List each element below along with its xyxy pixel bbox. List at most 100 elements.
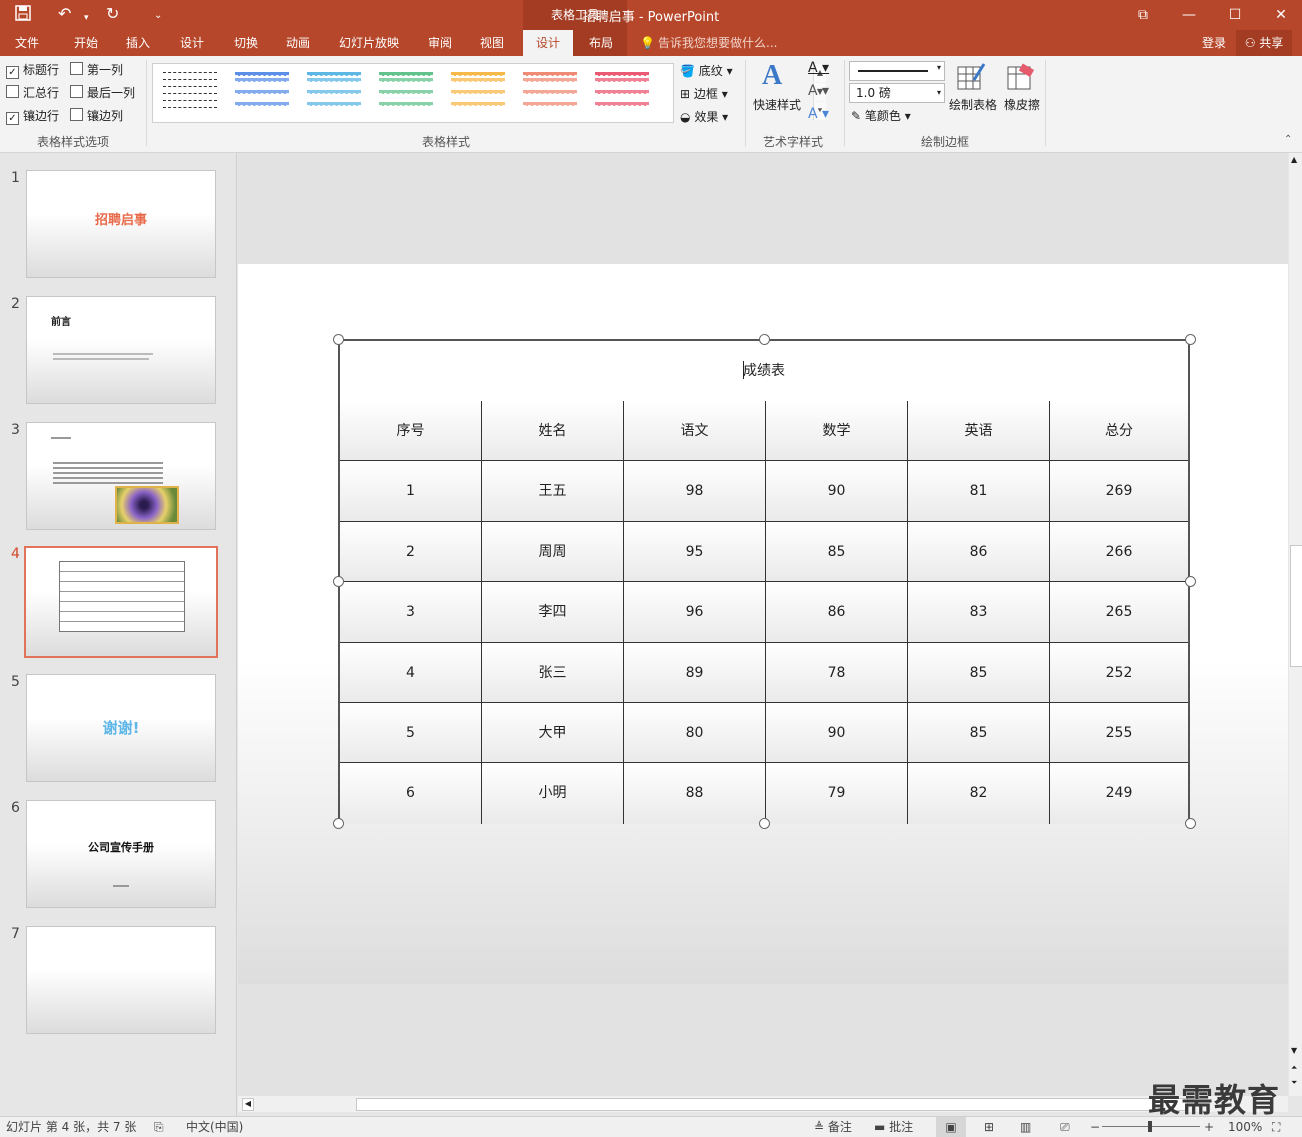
resize-handle[interactable]	[333, 576, 344, 587]
table-cell[interactable]: 85	[766, 521, 908, 583]
text-effects-icon[interactable]: A ▾	[808, 106, 829, 122]
share-button[interactable]: ⚇ 共享	[1236, 30, 1292, 56]
zoom-slider-thumb[interactable]	[1148, 1121, 1152, 1132]
resize-handle[interactable]	[333, 818, 344, 829]
scroll-down-icon[interactable]: ▼	[1291, 1046, 1297, 1055]
table-cell[interactable]: 249	[1050, 763, 1188, 823]
last-col-checkbox[interactable]: 最后一列	[70, 84, 135, 102]
slide-thumbnail-7[interactable]	[26, 926, 216, 1034]
ribbon-display-icon[interactable]: ⧉	[1120, 0, 1166, 30]
table-cell[interactable]: 82	[908, 763, 1050, 824]
resize-handle[interactable]	[333, 334, 344, 345]
zoom-level[interactable]: 100%	[1228, 1119, 1262, 1135]
slide-thumbnail-5[interactable]: 谢谢!	[26, 674, 216, 782]
table-cell[interactable]: 86	[766, 582, 908, 643]
undo-dropdown-icon[interactable]: ▾	[84, 8, 89, 28]
table-style-thumb[interactable]	[593, 70, 651, 114]
draw-table-label[interactable]: 绘制表格	[946, 96, 1000, 113]
header-row-checkbox[interactable]: ✓ 标题行	[6, 61, 59, 79]
normal-view-icon[interactable]: ▣	[936, 1117, 966, 1137]
horizontal-scroll-thumb[interactable]	[356, 1098, 1188, 1111]
zoom-out-icon[interactable]: −	[1090, 1119, 1100, 1135]
table-cell[interactable]: 255	[1050, 703, 1188, 763]
banded-cols-checkbox[interactable]: 镶边列	[70, 107, 123, 125]
resize-handle[interactable]	[1185, 334, 1196, 345]
table-cell[interactable]: 88	[624, 763, 766, 824]
next-slide-icon[interactable]: ⏷	[1291, 1078, 1297, 1088]
table-style-thumb[interactable]	[377, 70, 435, 114]
table-cell[interactable]: 1	[340, 461, 482, 522]
table-cell[interactable]: 80	[624, 703, 766, 764]
minimize-icon[interactable]: —	[1166, 0, 1212, 30]
table-cell[interactable]: 81	[908, 461, 1050, 522]
table-cell[interactable]: 265	[1050, 582, 1188, 642]
table-cell[interactable]: 95	[624, 521, 766, 583]
tab-animations[interactable]: 动画	[272, 30, 324, 56]
table-cell[interactable]: 张三	[482, 642, 624, 703]
slide-thumbnail-3[interactable]	[26, 422, 216, 530]
tab-insert[interactable]: 插入	[112, 30, 164, 56]
tab-table-layout[interactable]: 布局	[576, 30, 626, 56]
table-cell[interactable]: 90	[766, 461, 908, 522]
table-style-thumb[interactable]	[161, 70, 219, 114]
customize-icon[interactable]: ⌄	[154, 6, 162, 26]
table-header-cell[interactable]: 姓名	[482, 401, 624, 462]
tab-table-design[interactable]: 设计	[523, 30, 573, 56]
save-icon[interactable]	[14, 4, 32, 27]
text-fill-icon[interactable]: A ▾	[808, 60, 829, 76]
table-header-cell[interactable]: 语文	[624, 401, 766, 462]
table-cell[interactable]: 98	[624, 461, 766, 522]
table-styles-gallery[interactable]: ▲ ▼ ⯆	[152, 63, 826, 123]
table-cell[interactable]: 83	[908, 582, 1050, 643]
table-cell[interactable]: 79	[766, 763, 908, 824]
prev-slide-icon[interactable]: ⏶	[1291, 1063, 1297, 1073]
tab-slideshow[interactable]: 幻灯片放映	[330, 30, 408, 56]
slide-thumbnail-6[interactable]: 公司宣传手册	[26, 800, 216, 908]
table-cell[interactable]: 4	[340, 642, 482, 703]
table-header-cell[interactable]: 英语	[908, 401, 1050, 462]
pen-weight-dropdown[interactable]: 1.0 磅 ▾	[849, 83, 945, 103]
slide-thumbnail-1[interactable]: 招聘启事	[26, 170, 216, 278]
eraser-icon[interactable]	[1006, 62, 1036, 92]
vertical-scroll-thumb[interactable]	[1290, 545, 1302, 667]
table-cell[interactable]: 2	[340, 521, 482, 583]
fit-slide-icon[interactable]: ⛶	[1272, 1119, 1280, 1135]
table-cell[interactable]: 85	[908, 703, 1050, 764]
table-cell[interactable]: 252	[1050, 643, 1188, 703]
collapse-ribbon-icon[interactable]: ⌃	[1284, 134, 1292, 145]
tab-review[interactable]: 审阅	[414, 30, 466, 56]
comments-button[interactable]: ▬ 批注	[874, 1119, 913, 1135]
table-cell[interactable]: 78	[766, 642, 908, 703]
resize-handle[interactable]	[759, 334, 770, 345]
table-header-cell[interactable]: 数学	[766, 401, 908, 462]
shading-button[interactable]: 🪣 底纹 ▾	[680, 61, 733, 81]
table-header-cell[interactable]: 总分	[1050, 401, 1188, 461]
login-link[interactable]: 登录	[1196, 30, 1232, 56]
maximize-icon[interactable]: ☐	[1212, 0, 1258, 30]
table-cell[interactable]: 89	[624, 642, 766, 703]
table-cell[interactable]: 86	[908, 521, 1050, 583]
table-cell[interactable]: 96	[624, 582, 766, 643]
tell-me-box[interactable]: 告诉我您想要做什么...	[658, 30, 798, 56]
horizontal-scrollbar[interactable]: ◀	[238, 1096, 1288, 1112]
resize-handle[interactable]	[1185, 576, 1196, 587]
table-cell[interactable]: 周周	[482, 521, 624, 583]
tab-design[interactable]: 设计	[166, 30, 218, 56]
table-header-cell[interactable]: 序号	[340, 401, 482, 462]
zoom-in-icon[interactable]: +	[1204, 1119, 1214, 1135]
borders-button[interactable]: ⊞ 边框 ▾	[680, 84, 728, 104]
total-row-checkbox[interactable]: 汇总行	[6, 84, 59, 102]
resize-handle[interactable]	[1185, 818, 1196, 829]
table-cell[interactable]: 大甲	[482, 703, 624, 764]
banded-rows-checkbox[interactable]: ✓ 镶边行	[6, 107, 59, 125]
tab-home[interactable]: 开始	[60, 30, 112, 56]
eraser-label[interactable]: 橡皮擦	[1000, 96, 1044, 113]
resize-handle[interactable]	[759, 818, 770, 829]
slide-sorter-icon[interactable]: ⊞	[984, 1119, 994, 1135]
pen-color-button[interactable]: ✎ 笔颜色 ▾	[851, 106, 911, 126]
slideshow-view-icon[interactable]: ⎚	[1060, 1119, 1070, 1135]
table-title-cell[interactable]: 成绩表	[340, 341, 1188, 402]
scroll-up-icon[interactable]: ▲	[1291, 155, 1297, 164]
quick-styles-label[interactable]: 快速样式	[750, 96, 804, 113]
notes-button[interactable]: ≜ 备注	[814, 1119, 852, 1135]
